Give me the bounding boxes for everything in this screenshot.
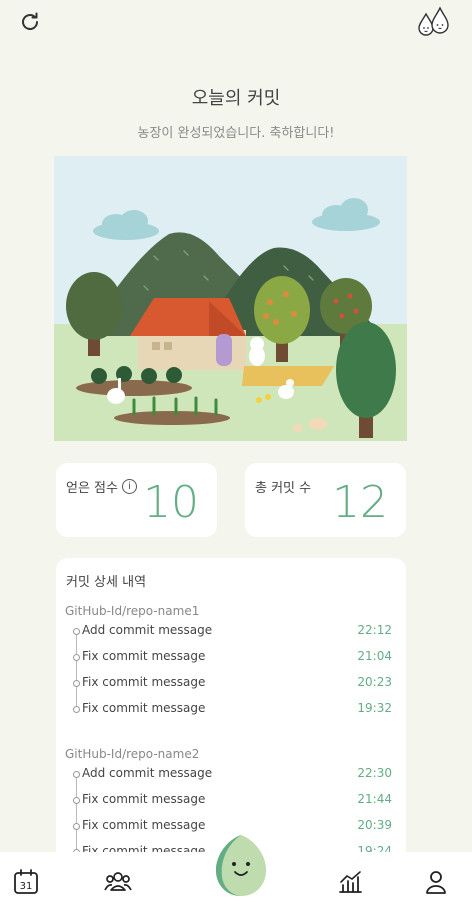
profile-icon[interactable] xyxy=(422,868,450,896)
info-icon[interactable]: i xyxy=(121,479,137,494)
timeline-dot-icon xyxy=(73,654,80,661)
commit-time: 21:44 xyxy=(357,792,392,806)
commit-message: Fix commit message xyxy=(82,675,206,689)
commit-row[interactable]: Fix commit message 21:44 xyxy=(56,789,406,815)
page-subtitle: 농장이 완성되었습니다. 축하합니다! xyxy=(137,126,335,141)
farm-illustration xyxy=(54,156,407,441)
top-bar xyxy=(0,0,472,44)
commit-message: Fix commit message xyxy=(82,818,206,832)
calendar-day: 31 xyxy=(20,881,33,892)
page-title: 오늘의 커밋 xyxy=(191,88,281,109)
total-commits-label: 총 커밋 수 xyxy=(255,481,312,496)
commit-message: Fix commit message xyxy=(82,649,206,663)
total-commits-card: 총 커밋 수 12 xyxy=(245,463,406,537)
score-label: 얻은 점수 xyxy=(66,481,118,496)
repo-name: GitHub-Id/repo-name2 xyxy=(65,747,200,761)
timeline-dot-icon xyxy=(73,680,80,687)
refresh-icon[interactable] xyxy=(18,10,42,34)
group-icon[interactable] xyxy=(103,868,133,896)
commit-row[interactable]: Add commit message 22:30 xyxy=(56,763,406,789)
commit-details-title: 커밋 상세 내역 xyxy=(66,575,147,590)
total-commits-value: 12 xyxy=(332,477,388,528)
commit-message: Add commit message xyxy=(82,623,213,637)
commit-message: Fix commit message xyxy=(82,792,206,806)
commit-time: 20:39 xyxy=(357,818,392,832)
timeline-dot-icon xyxy=(73,706,80,713)
repo-name: GitHub-Id/repo-name1 xyxy=(65,604,200,618)
timeline-dot-icon xyxy=(73,628,80,635)
calendar-icon[interactable]: 31 xyxy=(12,868,40,896)
score-card: 얻은 점수 i 10 xyxy=(56,463,217,537)
commit-row[interactable]: Fix commit message 20:23 xyxy=(56,672,406,698)
commit-message: Add commit message xyxy=(82,766,213,780)
water-drops-icon[interactable] xyxy=(416,6,452,38)
commit-time: 19:32 xyxy=(357,701,392,715)
commit-row[interactable]: Add commit message 22:12 xyxy=(56,620,406,646)
home-sprout-button[interactable] xyxy=(210,832,272,898)
timeline-dot-icon xyxy=(73,771,80,778)
commit-details-panel: 커밋 상세 내역 GitHub-Id/repo-name1 Add commit… xyxy=(56,558,406,858)
commit-row[interactable]: Fix commit message 21:04 xyxy=(56,646,406,672)
score-value: 10 xyxy=(143,477,199,528)
chart-icon[interactable] xyxy=(336,868,364,896)
commit-time: 21:04 xyxy=(357,649,392,663)
commit-message: Fix commit message xyxy=(82,701,206,715)
commit-time: 22:12 xyxy=(357,623,392,637)
timeline-dot-icon xyxy=(73,797,80,804)
commit-time: 22:30 xyxy=(357,766,392,780)
commit-row[interactable]: Fix commit message 19:32 xyxy=(56,698,406,724)
timeline-dot-icon xyxy=(73,823,80,830)
commit-time: 20:23 xyxy=(357,675,392,689)
